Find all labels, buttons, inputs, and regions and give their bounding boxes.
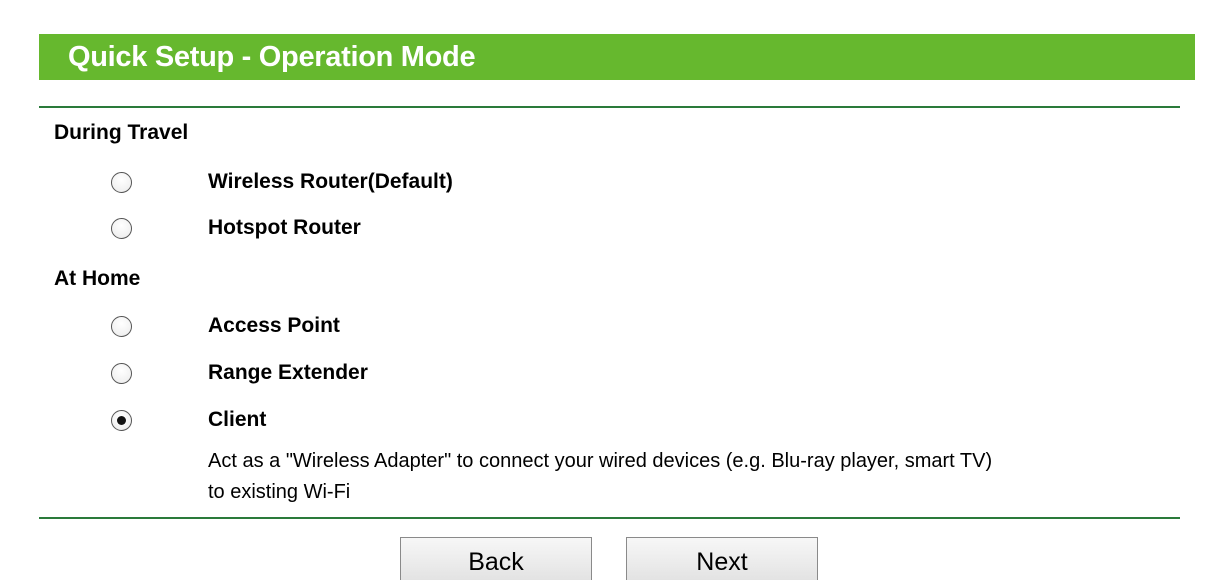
option-range-extender[interactable]: Range Extender: [0, 358, 1209, 388]
option-label-client: Client: [208, 408, 267, 431]
client-description-line-1: Act as a "Wireless Adapter" to connect y…: [208, 450, 993, 472]
top-divider: [39, 106, 1180, 108]
radio-range-extender[interactable]: [111, 363, 132, 384]
option-wireless-router[interactable]: Wireless Router(Default): [0, 167, 1209, 197]
option-label-wireless-router: Wireless Router(Default): [208, 170, 453, 193]
bottom-divider: [39, 517, 1180, 519]
option-hotspot-router[interactable]: Hotspot Router: [0, 213, 1209, 243]
radio-wireless-router[interactable]: [111, 172, 132, 193]
back-button[interactable]: Back: [400, 537, 592, 580]
radio-client[interactable]: [111, 410, 132, 431]
option-label-hotspot-router: Hotspot Router: [208, 216, 361, 239]
option-label-access-point: Access Point: [208, 314, 340, 337]
section-label-at-home: At Home: [54, 267, 141, 290]
section-label-during-travel: During Travel: [54, 121, 189, 144]
quick-setup-page: Quick Setup - Operation Mode During Trav…: [0, 0, 1209, 580]
radio-hotspot-router[interactable]: [111, 218, 132, 239]
radio-access-point[interactable]: [111, 316, 132, 337]
page-title: Quick Setup - Operation Mode: [68, 40, 476, 73]
title-bar: Quick Setup - Operation Mode: [39, 34, 1195, 80]
option-client[interactable]: Client: [0, 405, 1209, 435]
next-button[interactable]: Next: [626, 537, 818, 580]
option-access-point[interactable]: Access Point: [0, 311, 1209, 341]
client-description: Act as a "Wireless Adapter" to connect y…: [208, 446, 1168, 508]
option-label-range-extender: Range Extender: [208, 361, 368, 384]
client-description-line-2: to existing Wi-Fi: [208, 481, 351, 503]
